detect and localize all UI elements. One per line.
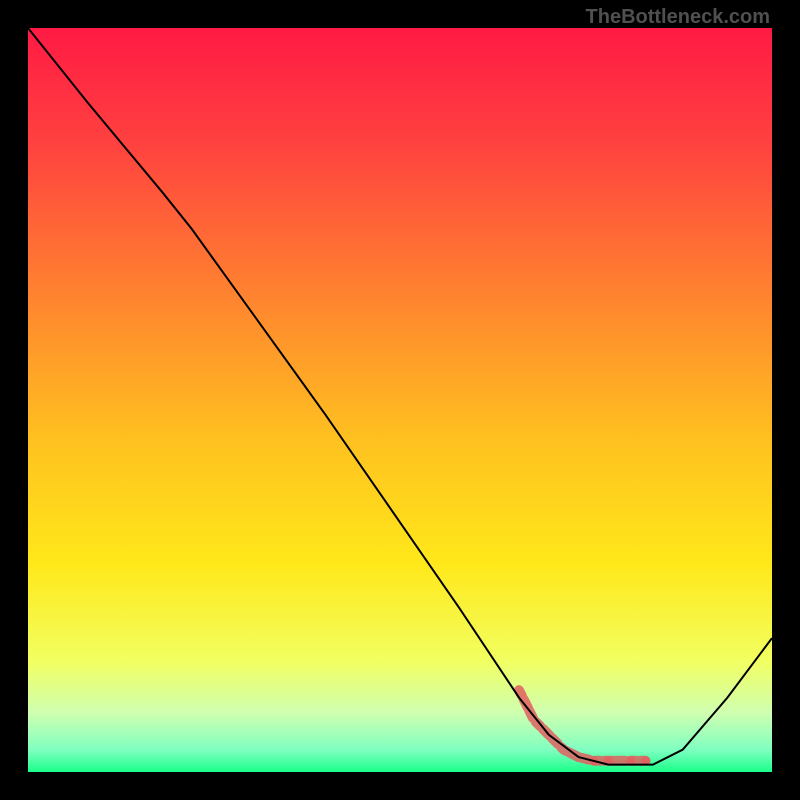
chart-plot-area bbox=[28, 28, 772, 772]
watermark-text: TheBottleneck.com bbox=[586, 6, 770, 29]
chart-background-gradient bbox=[28, 28, 772, 772]
